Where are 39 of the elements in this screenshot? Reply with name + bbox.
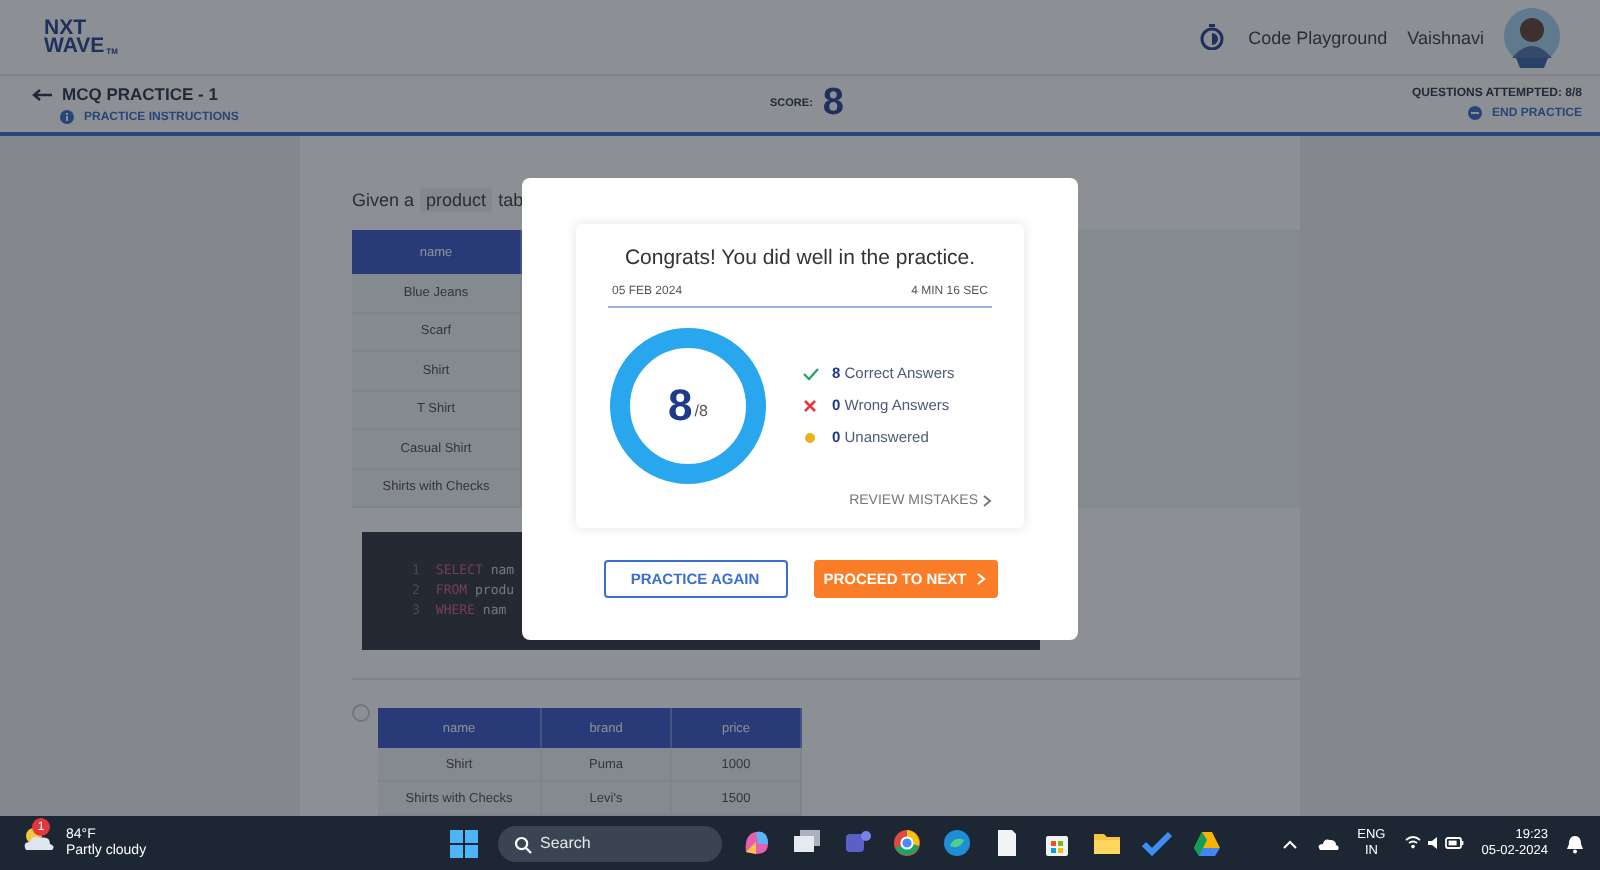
cloud-icon[interactable] — [1315, 835, 1340, 851]
bell-icon[interactable] — [1566, 833, 1584, 853]
system-tray-icons[interactable] — [1403, 834, 1464, 852]
score-value: 8 — [822, 82, 844, 126]
chevron-icon — [982, 493, 992, 507]
code-playground-link[interactable]: Code Playground — [1248, 27, 1388, 47]
folder-icon[interactable] — [1092, 828, 1122, 858]
chevron-up-icon[interactable] — [1281, 837, 1298, 849]
logo-text: WAVE — [44, 37, 105, 55]
dot-icon — [802, 429, 820, 445]
check-icon[interactable] — [1142, 828, 1172, 858]
code-word: product — [420, 188, 493, 212]
colorful-blob-icon[interactable] — [742, 828, 772, 858]
swirl-icon[interactable] — [942, 828, 972, 858]
windows-start-icon[interactable] — [450, 829, 478, 857]
people-icon[interactable] — [842, 828, 872, 858]
prompt-text: Given a — [352, 190, 415, 210]
browser-icon[interactable] — [892, 828, 922, 858]
score-value: 8 — [668, 379, 693, 431]
stacked-windows-icon[interactable] — [792, 828, 822, 858]
radio-button[interactable] — [352, 704, 370, 722]
congrats-title: Congrats! You did well in the practice. — [622, 245, 978, 269]
check-icon — [802, 365, 820, 381]
document-icon[interactable] — [992, 828, 1022, 858]
stop-icon — [1467, 106, 1482, 120]
prompt-text: tab — [498, 190, 524, 210]
score-total: /8 — [694, 402, 708, 420]
back-arrow-icon[interactable] — [32, 87, 52, 101]
search-icon — [514, 835, 532, 853]
user-name: Vaishnavi — [1407, 27, 1484, 47]
chevron-icon — [976, 571, 987, 585]
logo-text: NXT — [44, 19, 86, 37]
avatar[interactable] — [1500, 5, 1564, 69]
stopwatch-icon[interactable] — [1200, 24, 1225, 50]
search-field[interactable]: Search — [498, 825, 722, 861]
cross-icon — [802, 397, 820, 413]
triangle-icon[interactable] — [1192, 828, 1222, 858]
practice-title: MCQ PRACTICE - 1 — [62, 84, 218, 104]
info-icon — [60, 110, 74, 124]
